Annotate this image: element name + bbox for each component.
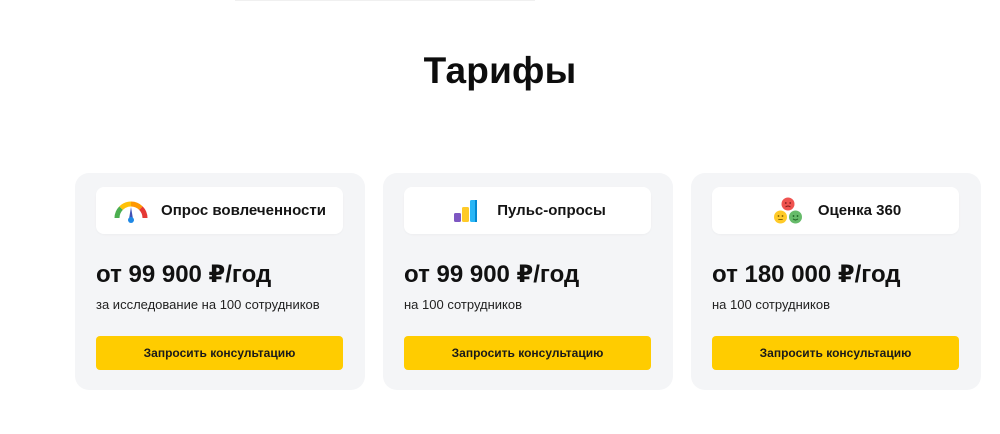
plan-name: Опрос вовлеченности: [161, 202, 326, 219]
bar-chart-icon: [454, 199, 478, 222]
plan-note: на 100 сотрудников: [712, 297, 831, 312]
plan-note: за исследование на 100 сотрудников: [96, 297, 320, 312]
plan-card-360: Оценка 360 от 180 000 ₽/год на 100 сотру…: [691, 173, 981, 390]
plan-header: Пульс-опросы: [404, 187, 651, 234]
gauge-icon: [114, 201, 148, 223]
request-consultation-button[interactable]: Запросить консультацию: [404, 336, 651, 370]
plan-header: Оценка 360: [712, 187, 959, 234]
plan-note: на 100 сотрудников: [404, 297, 523, 312]
plan-name: Пульс-опросы: [497, 202, 606, 219]
top-divider: [235, 0, 535, 1]
plan-header: Опрос вовлеченности: [96, 187, 343, 234]
plan-name: Оценка 360: [817, 202, 902, 219]
request-consultation-button[interactable]: Запросить консультацию: [712, 336, 959, 370]
request-consultation-button[interactable]: Запросить консультацию: [96, 336, 343, 370]
plan-price: от 99 900 ₽/год: [404, 261, 580, 288]
plan-price: от 180 000 ₽/год: [712, 261, 901, 288]
faces-icon: [773, 197, 802, 223]
plan-card-pulse: Пульс-опросы от 99 900 ₽/год на 100 сотр…: [383, 173, 673, 390]
page-title: Тарифы: [423, 50, 577, 91]
plan-price: от 99 900 ₽/год: [96, 261, 272, 288]
plan-card-engagement: Опрос вовлеченности от 99 900 ₽/год за и…: [75, 173, 365, 390]
